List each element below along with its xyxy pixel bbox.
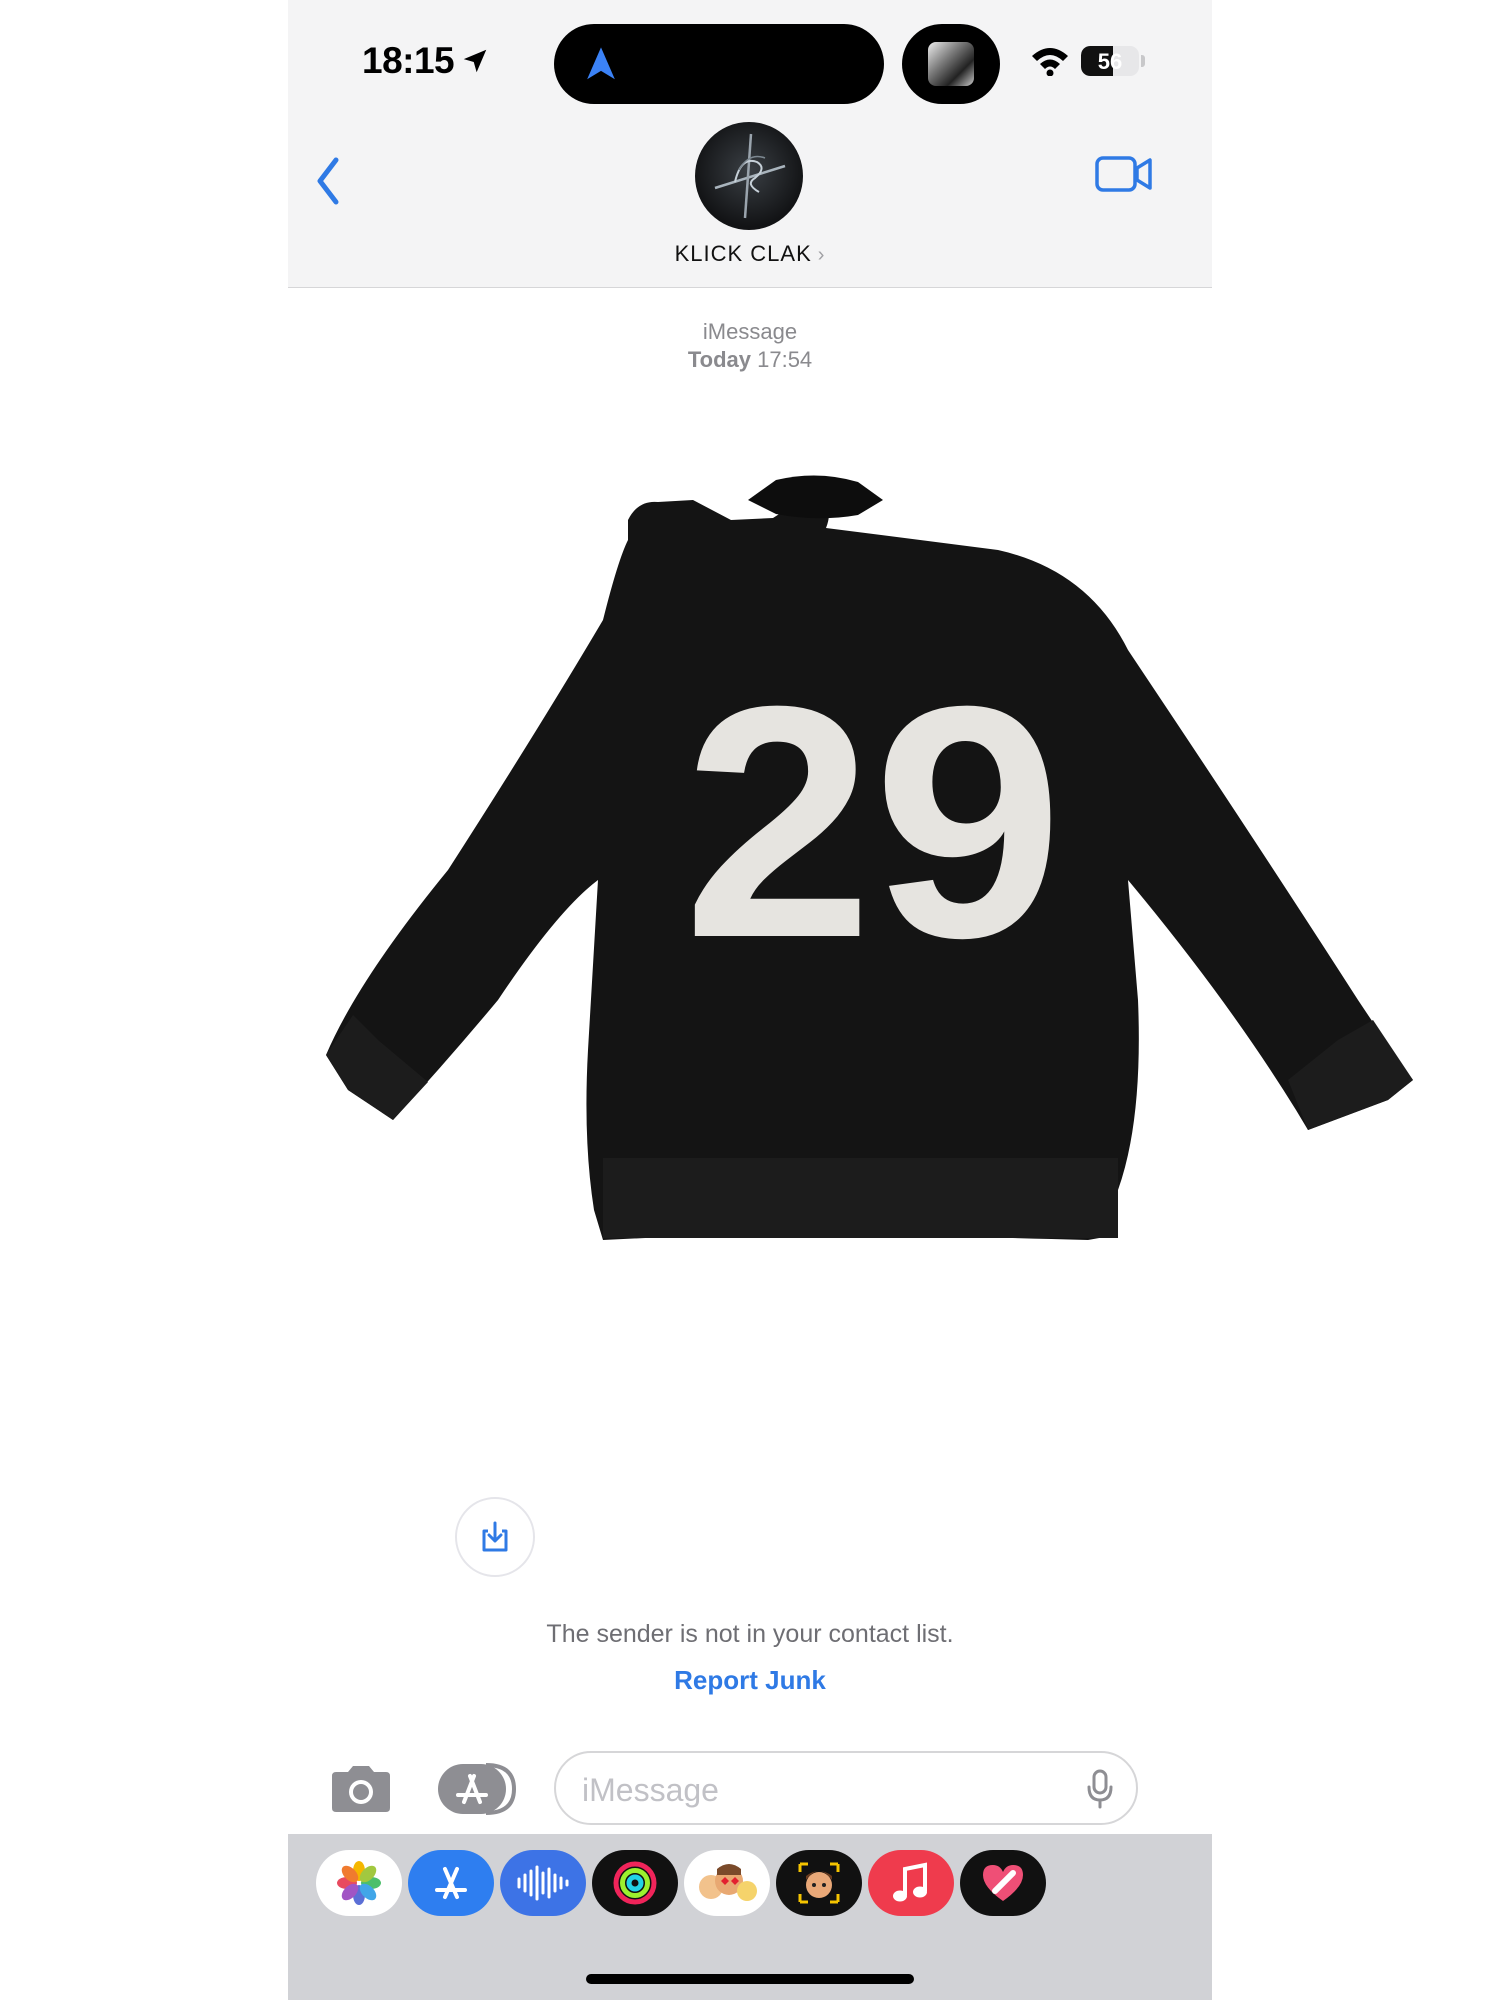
app-store-glyph-icon <box>435 1867 467 1899</box>
photos-icon[interactable] <box>316 1850 402 1916</box>
music-note-icon <box>893 1862 927 1902</box>
waveform-icon <box>517 1865 569 1901</box>
message-photo[interactable]: 29 <box>298 440 1448 1370</box>
memoji-face-icon <box>798 1862 840 1904</box>
digital-touch-icon[interactable] <box>960 1850 1046 1916</box>
wifi-icon <box>1032 48 1068 76</box>
download-icon <box>482 1521 508 1552</box>
battery-tip <box>1141 55 1145 67</box>
contact-logo-icon <box>714 133 786 219</box>
microphone-icon[interactable] <box>1086 1769 1114 1809</box>
now-playing-thumbnail[interactable] <box>902 24 1000 104</box>
contact-avatar[interactable] <box>695 122 803 230</box>
facetime-video-icon[interactable] <box>1094 154 1154 194</box>
status-time-label: 18:15 <box>362 40 455 81</box>
message-input-placeholder: iMessage <box>582 1772 719 1808</box>
audio-message-icon[interactable] <box>500 1850 586 1916</box>
photos-flower-icon <box>337 1861 381 1905</box>
location-arrow-icon <box>463 49 487 73</box>
home-indicator[interactable] <box>586 1974 914 1984</box>
back-chevron-icon[interactable] <box>314 156 342 206</box>
timestamp-day: Today <box>687 347 751 372</box>
battery-indicator: 56 <box>1081 46 1139 76</box>
status-time: 18:15 <box>362 40 490 82</box>
unknown-sender-notice: The sender is not in your contact list. <box>546 1620 954 1648</box>
app-store-icon[interactable] <box>408 1850 494 1916</box>
app-store-apps-icon[interactable] <box>436 1762 518 1816</box>
report-junk-link[interactable]: Report Junk <box>288 1665 1212 1696</box>
dynamic-island[interactable] <box>554 24 884 104</box>
camera-icon[interactable] <box>328 1764 394 1814</box>
contact-name[interactable]: KLICK CLAK › <box>288 241 1212 267</box>
navigation-arrow-icon <box>587 47 615 80</box>
service-label: iMessage <box>702 319 798 344</box>
battery-percent: 56 <box>1097 49 1123 74</box>
music-icon[interactable] <box>868 1850 954 1916</box>
message-timestamp: Today 17:54 <box>288 346 1212 374</box>
messages-screen: 18:15 56 KLICK CLAK › iMessage Today 17:… <box>288 0 1413 2000</box>
memoji-icon[interactable] <box>776 1850 862 1916</box>
album-art-icon <box>928 42 974 86</box>
memoji-stickers-icon[interactable] <box>684 1850 770 1916</box>
memoji-faces-icon <box>699 1864 757 1901</box>
conversation-meta: iMessage Today 17:54 <box>288 318 1212 374</box>
contact-chevron-icon: › <box>817 244 826 266</box>
contact-name-label: KLICK CLAK <box>674 241 812 266</box>
heart-touch-icon <box>983 1865 1023 1901</box>
sweater-hem <box>603 1158 1118 1238</box>
jersey-number: 29 <box>683 637 1063 1006</box>
conversation-header: 18:15 56 KLICK CLAK › <box>288 0 1212 288</box>
sweater-collar <box>748 475 883 519</box>
activity-rings-icon <box>613 1861 657 1905</box>
activity-icon[interactable] <box>592 1850 678 1916</box>
timestamp-time: 17:54 <box>757 347 813 372</box>
save-photo-button[interactable] <box>455 1497 535 1577</box>
message-input[interactable]: iMessage <box>554 1751 1138 1825</box>
